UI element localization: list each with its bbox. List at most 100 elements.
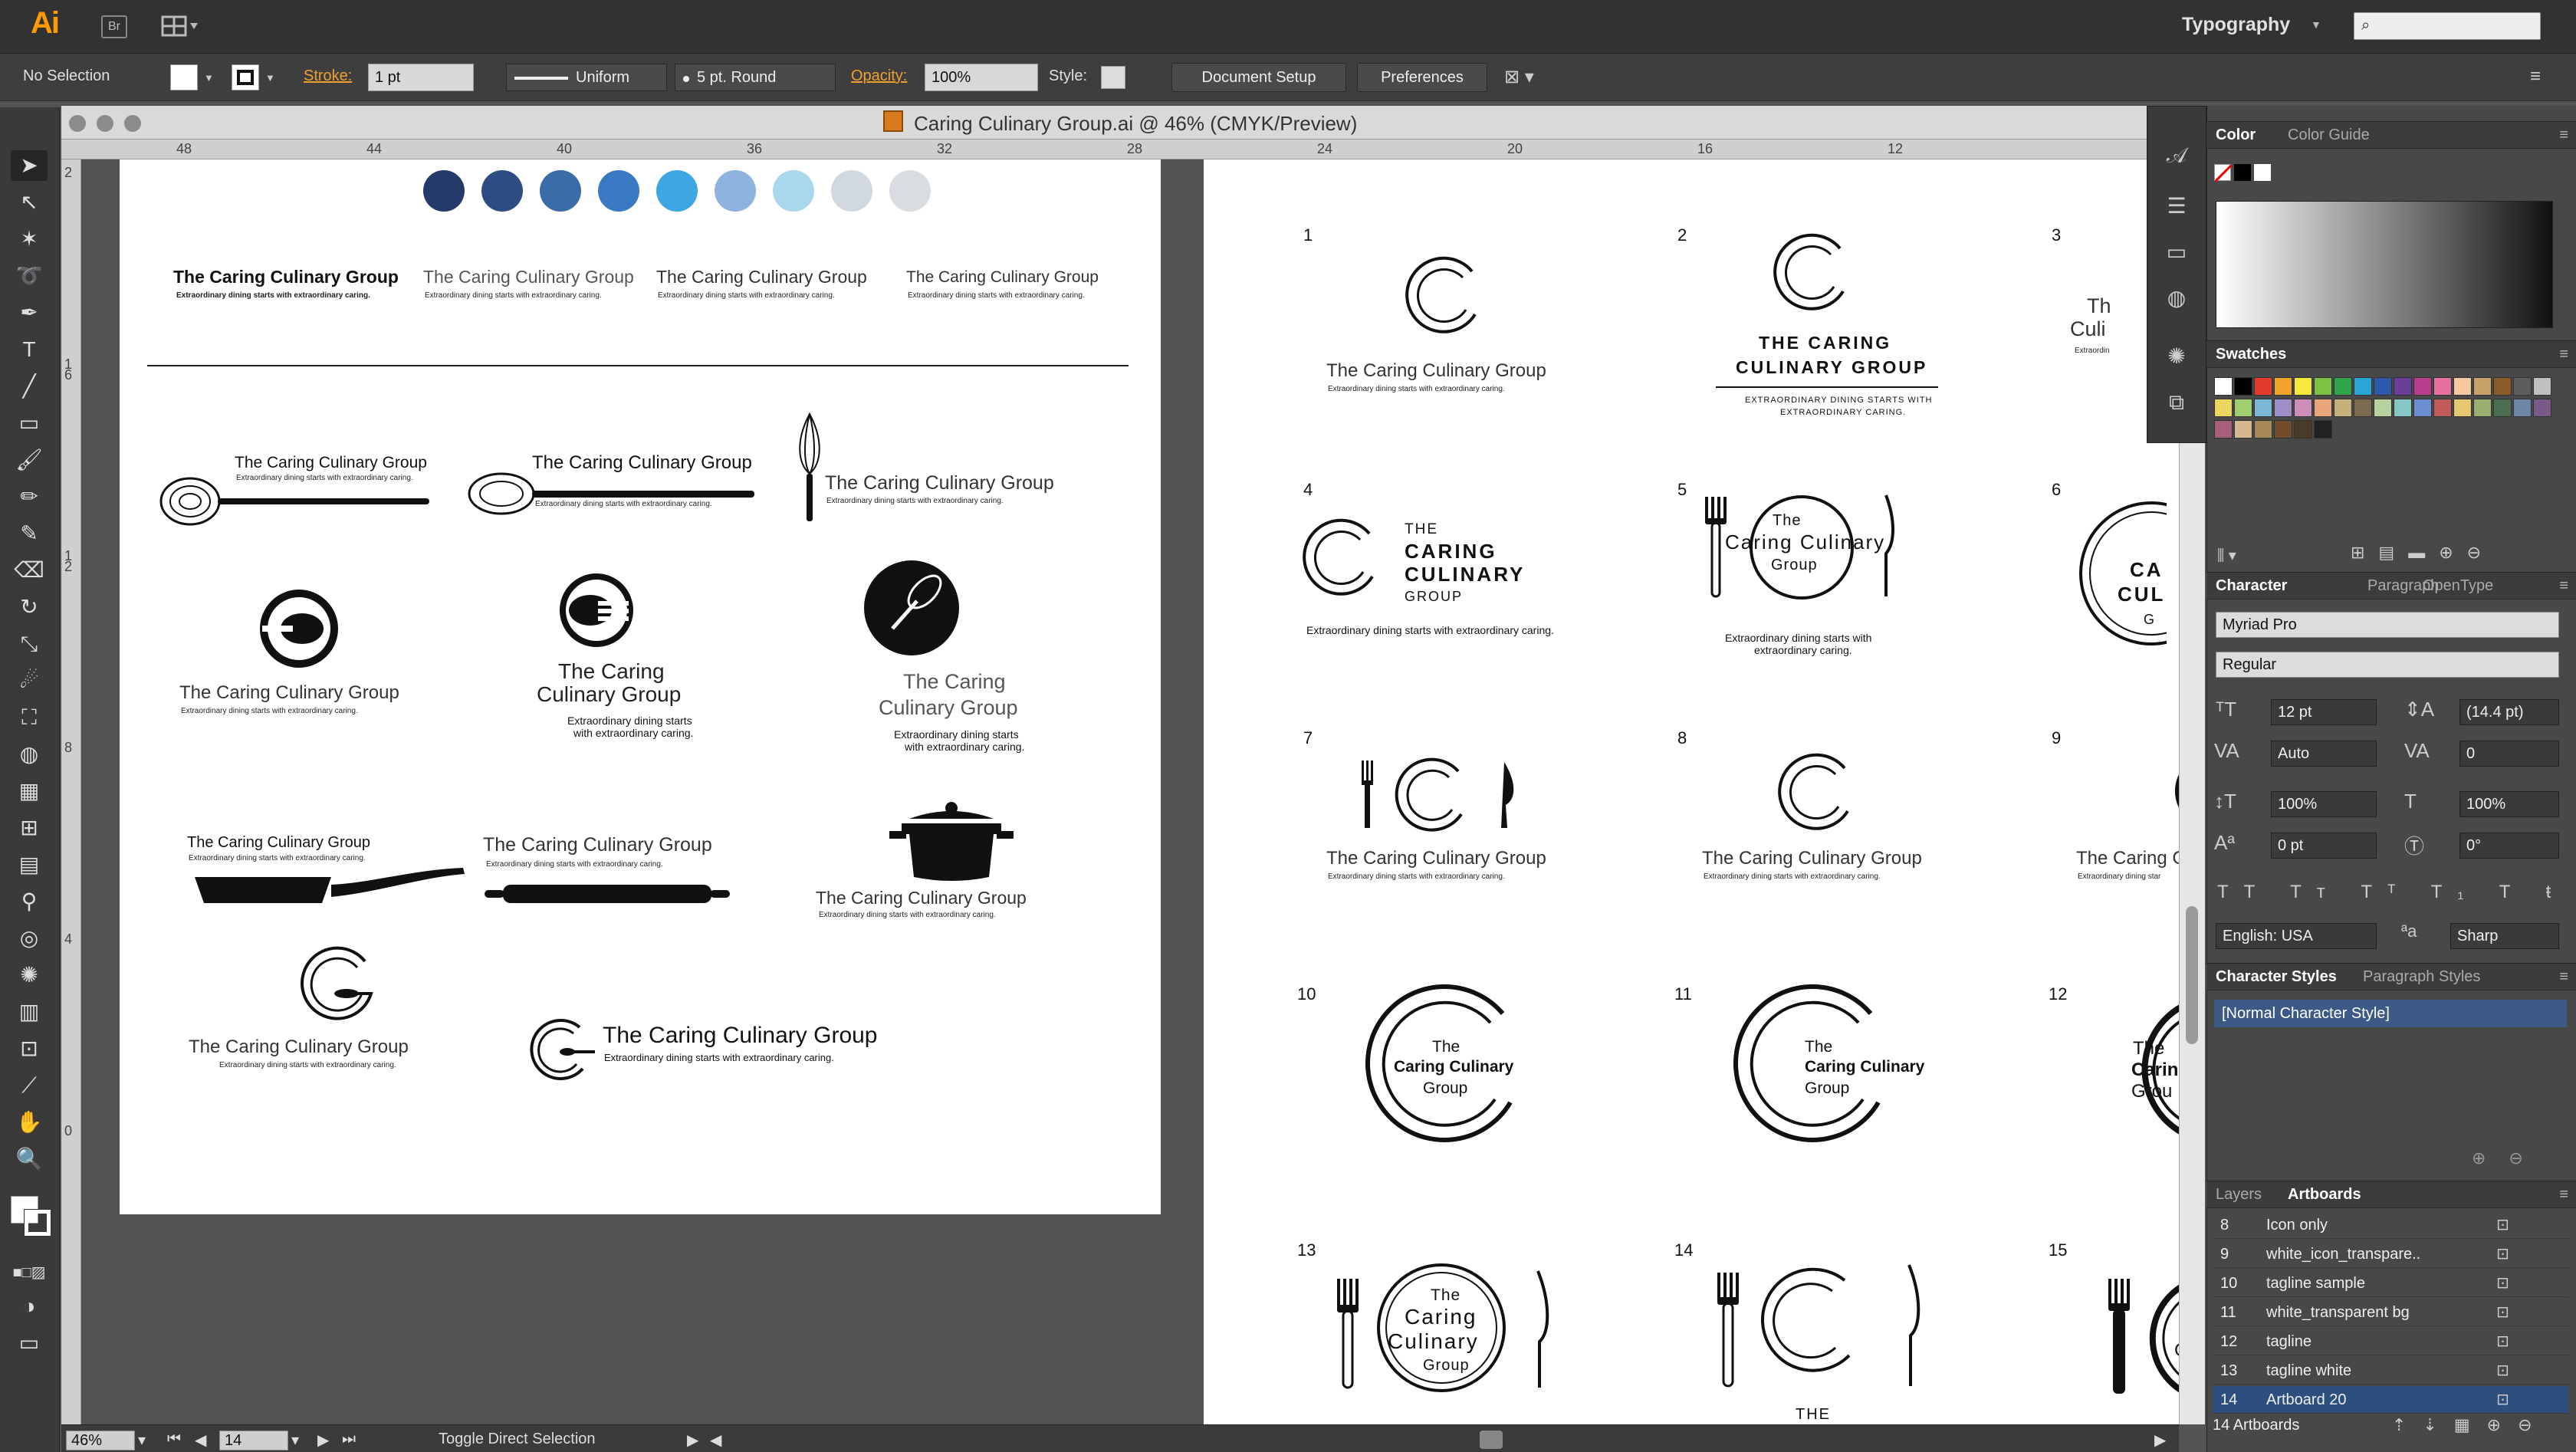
logo-line-group[interactable]: Group: [1423, 1079, 1467, 1098]
logo-text[interactable]: The Caring Culinary Group: [532, 452, 752, 474]
appearance-panel-icon[interactable]: ✺: [2160, 341, 2193, 372]
minimize-window-button[interactable]: [97, 115, 113, 132]
swatch-actions-icon[interactable]: ⊞▤▬⊕⊖: [2351, 543, 2495, 563]
logo-line-culinary[interactable]: Culinary: [1388, 1329, 1479, 1354]
tab-swatches[interactable]: Swatches: [2216, 346, 2286, 363]
swatch[interactable]: [2274, 420, 2292, 439]
chevron-down-icon[interactable]: ▼: [204, 72, 214, 84]
swatch-library-icon[interactable]: ⫼ ▾: [2217, 546, 2236, 565]
swatch[interactable]: [2533, 377, 2551, 396]
logo-partial[interactable]: CA: [2130, 558, 2164, 582]
symbol-sprayer-tool-icon[interactable]: ✺: [11, 960, 48, 990]
shape-builder-tool-icon[interactable]: ◍: [11, 739, 48, 770]
swatch[interactable]: [2374, 377, 2392, 396]
swatch[interactable]: [2314, 399, 2332, 417]
panel-menu-icon[interactable]: ≡: [2559, 346, 2568, 363]
rectangle-tool-icon[interactable]: ▭: [11, 408, 48, 439]
horizontal-ruler[interactable]: 48 44 40 36 32 28 24 20 16 12: [61, 140, 2179, 159]
swatch[interactable]: [2214, 377, 2233, 396]
palette-swatch[interactable]: [598, 170, 639, 212]
perspective-grid-tool-icon[interactable]: ▦: [11, 776, 48, 806]
swatch[interactable]: [2513, 399, 2532, 417]
artboard-options-icon[interactable]: ⊡: [2496, 1211, 2509, 1239]
artboard-number-field[interactable]: 14: [219, 1431, 288, 1450]
baseline-shift-field[interactable]: 0 pt: [2271, 833, 2377, 859]
blob-brush-tool-icon[interactable]: ✎: [11, 518, 48, 549]
swatch[interactable]: [2214, 399, 2233, 417]
magic-wand-tool-icon[interactable]: ✶: [11, 224, 48, 255]
logo-line-group[interactable]: Group: [1771, 557, 1818, 574]
tab-layers[interactable]: Layers: [2216, 1186, 2262, 1204]
document-setup-button[interactable]: Document Setup: [1171, 63, 1346, 92]
artboard-row[interactable]: 10 tagline sample ⊡: [2213, 1270, 2568, 1297]
scroll-thumb[interactable]: [2186, 906, 2198, 1044]
swatch[interactable]: [2274, 377, 2292, 396]
logo-text[interactable]: The Caring Culinary Group: [235, 454, 427, 472]
logo-partial[interactable]: G: [2144, 612, 2154, 628]
swatch[interactable]: [2493, 399, 2512, 417]
screen-mode-icon[interactable]: ▭: [11, 1328, 48, 1358]
logo-line-2[interactable]: Culinary Group: [537, 682, 681, 707]
tab-artboards[interactable]: Artboards: [2288, 1186, 2361, 1204]
direct-selection-tool-icon[interactable]: ↖: [11, 187, 48, 218]
last-artboard-icon[interactable]: ⏭: [342, 1431, 356, 1448]
logo-text[interactable]: The Caring Culinary Group: [1702, 848, 1922, 869]
stroke-swatch[interactable]: [232, 64, 259, 90]
align-options-icon[interactable]: ⊠ ▾: [1504, 66, 1534, 88]
tracking-field[interactable]: 0: [2459, 741, 2559, 767]
chevron-down-icon[interactable]: ▾: [138, 1431, 146, 1450]
logo-line-the[interactable]: The: [1432, 1038, 1460, 1056]
swatch[interactable]: [2294, 399, 2312, 417]
swatch[interactable]: [2234, 420, 2252, 439]
palette-swatch[interactable]: [481, 170, 523, 212]
logo-text[interactable]: The Caring Culinary Group: [603, 1023, 878, 1049]
artboard-row[interactable]: 13 tagline white ⊡: [2213, 1357, 2568, 1385]
logo-line-group[interactable]: Group: [1805, 1079, 1849, 1098]
artboard-options-icon[interactable]: ⊡: [2496, 1240, 2509, 1268]
swatch[interactable]: [2394, 377, 2412, 396]
logo-line-caring-culinary[interactable]: Caring Culinary: [1394, 1058, 1513, 1076]
artboard-row[interactable]: 11 white_transparent bg ⊡: [2213, 1299, 2568, 1326]
opacity-label[interactable]: Opacity:: [851, 67, 907, 85]
logo-text-light[interactable]: The Caring Culinary Group: [423, 267, 634, 287]
status-menu-arrow-icon[interactable]: ▶: [687, 1431, 698, 1450]
tab-color[interactable]: Color: [2216, 126, 2256, 144]
artboard-logo-concepts[interactable]: 1 2 3 4 5 6 7 8 9 10 11 12 13 14 15 The …: [1204, 159, 2179, 1424]
swatch[interactable]: [2453, 399, 2472, 417]
logo-caps-line-1[interactable]: THE CARING: [1759, 333, 1891, 353]
tab-paragraph-styles[interactable]: Paragraph Styles: [2363, 968, 2480, 986]
glyphs-panel-icon[interactable]: 𝒜: [2160, 140, 2193, 171]
tab-opentype[interactable]: OpenType: [2423, 577, 2493, 595]
artboards-panel-icon[interactable]: ⧉: [2160, 387, 2193, 418]
logo-partial[interactable]: Grou: [2131, 1081, 2172, 1102]
swatch[interactable]: [2234, 399, 2252, 417]
logo-caps-caring[interactable]: CARING: [1405, 540, 1497, 563]
artboard-options-icon[interactable]: ⊡: [2496, 1357, 2509, 1385]
palette-swatch[interactable]: [423, 170, 465, 212]
zoom-tool-icon[interactable]: 🔍: [11, 1144, 48, 1174]
warp-tool-icon[interactable]: ☄: [11, 665, 48, 696]
column-graph-tool-icon[interactable]: ▥: [11, 997, 48, 1027]
arrange-documents-button[interactable]: [161, 14, 199, 38]
gradient-panel-icon[interactable]: ▭: [2160, 237, 2193, 268]
logo-line-caring-culinary[interactable]: Caring Culinary: [1805, 1058, 1924, 1076]
logo-text[interactable]: The Caring Culinary Group: [816, 888, 1027, 908]
black-swatch[interactable]: [2234, 164, 2251, 181]
stroke-weight-field[interactable]: 1 pt: [368, 64, 474, 91]
language-dropdown[interactable]: English: USA: [2216, 923, 2377, 949]
selection-tool-icon[interactable]: ➤: [11, 150, 48, 181]
artboard-name[interactable]: Icon only: [2266, 1211, 2328, 1239]
chevron-down-icon[interactable]: ▼: [265, 72, 275, 84]
swatch[interactable]: [2473, 399, 2492, 417]
chevron-down-icon[interactable]: ▾: [291, 1431, 299, 1450]
eyedropper-tool-icon[interactable]: ⚲: [11, 886, 48, 917]
pen-tool-icon[interactable]: ✒: [11, 297, 48, 328]
artboard-row[interactable]: 9 white_icon_transpare.. ⊡: [2213, 1240, 2568, 1268]
swatch[interactable]: [2453, 377, 2472, 396]
blend-tool-icon[interactable]: ◎: [11, 923, 48, 954]
palette-swatch[interactable]: [831, 170, 872, 212]
logo-text-regular[interactable]: The Caring Culinary Group: [656, 267, 867, 287]
logo-caps-the[interactable]: THE: [1405, 521, 1438, 538]
transparency-panel-icon[interactable]: ◍: [2160, 283, 2193, 314]
artboard-options-icon[interactable]: ⊡: [2496, 1299, 2509, 1326]
